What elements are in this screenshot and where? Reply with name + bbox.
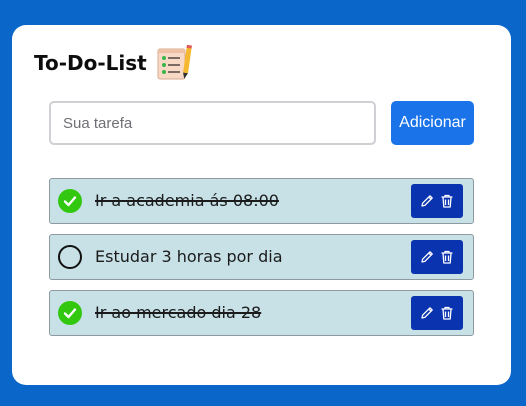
task-item: Ir a academia ás 08:00 [49, 178, 474, 224]
task-actions [411, 240, 463, 274]
task-text: Ir ao mercado dia 28 [95, 303, 262, 322]
trash-icon[interactable] [439, 193, 455, 209]
check-circle-icon[interactable] [58, 301, 82, 325]
empty-circle-icon[interactable] [58, 245, 82, 269]
trash-icon[interactable] [439, 305, 455, 321]
app-header: To-Do-List [34, 43, 193, 83]
todo-card: To-Do-List Adicionar Ir a academia ás 0 [12, 25, 511, 385]
trash-icon[interactable] [439, 249, 455, 265]
pencil-icon[interactable] [419, 249, 435, 265]
task-item: Estudar 3 horas por dia [49, 234, 474, 280]
pencil-icon[interactable] [419, 193, 435, 209]
check-circle-icon[interactable] [58, 189, 82, 213]
checklist-icon [155, 44, 193, 82]
add-task-button[interactable]: Adicionar [391, 101, 474, 145]
task-item: Ir ao mercado dia 28 [49, 290, 474, 336]
app-title: To-Do-List [34, 51, 147, 75]
task-input[interactable] [49, 101, 376, 145]
pencil-icon[interactable] [419, 305, 435, 321]
task-text: Estudar 3 horas por dia [95, 247, 283, 266]
task-text: Ir a academia ás 08:00 [95, 191, 279, 210]
task-actions [411, 184, 463, 218]
task-actions [411, 296, 463, 330]
